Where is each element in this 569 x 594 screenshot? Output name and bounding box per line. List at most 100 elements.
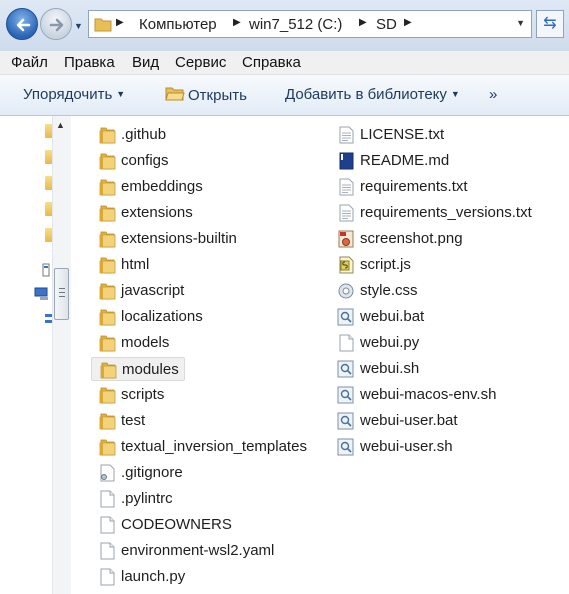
item-label: webui-macos-env.sh: [360, 386, 497, 403]
folder-icon: [99, 205, 116, 222]
text-icon: [339, 126, 354, 144]
chevron-down-icon: ▼: [450, 89, 460, 99]
scroll-up-icon[interactable]: ▲: [56, 120, 65, 130]
bat-icon: [337, 386, 354, 404]
item-label: test: [121, 412, 146, 429]
menu-file[interactable]: Файл: [11, 54, 48, 71]
file-icon: [100, 542, 115, 560]
item-label: extensions-builtin: [121, 230, 237, 247]
js-icon: [339, 256, 354, 274]
address-bar-area: ▼ ▶ Компьютер ▶ win7_512 (C:) ▶ SD ▶ ▼ ⇆: [0, 0, 569, 52]
item-label: .gitignore: [121, 464, 183, 481]
command-bar: Упорядочить ▼ Открыть Добавить в библиоте…: [0, 75, 569, 116]
item-label: localizations: [121, 308, 203, 325]
item-label: scripts: [121, 386, 165, 403]
menu-bar: Файл Правка Вид Сервис Справка: [0, 51, 569, 75]
open-label: Открыть: [188, 87, 247, 104]
item-label: script.js: [360, 256, 411, 273]
bat-icon: [337, 412, 354, 430]
gear-file-icon: [100, 464, 115, 482]
bat-icon: [337, 308, 354, 326]
breadcrumb-separator-icon[interactable]: ▶: [359, 17, 367, 28]
more-commands-button[interactable]: »: [489, 86, 497, 103]
item-label: CODEOWNERS: [121, 516, 232, 533]
add-to-library-button[interactable]: Добавить в библиотеку ▼: [285, 86, 460, 103]
item-label: README.md: [360, 152, 450, 169]
add-to-library-label: Добавить в библиотеку: [285, 86, 447, 103]
navigation-scrollbar[interactable]: ▲: [52, 116, 71, 594]
md-icon: [339, 152, 354, 170]
refresh-icon: ⇆: [543, 15, 557, 32]
item-label: requirements_versions.txt: [360, 204, 532, 221]
address-dropdown-icon[interactable]: ▼: [516, 18, 525, 28]
breadcrumb-separator-icon[interactable]: ▶: [116, 17, 124, 28]
breadcrumb-separator-icon[interactable]: ▶: [233, 17, 241, 28]
bat-icon: [337, 360, 354, 378]
folder-icon: [99, 387, 116, 404]
item-label: requirements.txt: [360, 178, 468, 195]
item-label: style.css: [360, 282, 418, 299]
item-label: embeddings: [121, 178, 203, 195]
chevron-down-icon: ▼: [116, 89, 126, 99]
item-label: LICENSE.txt: [360, 126, 445, 143]
open-folder-icon: [165, 87, 185, 101]
item-label: webui-user.sh: [360, 438, 453, 455]
item-label: environment-wsl2.yaml: [121, 542, 275, 559]
bat-icon: [337, 438, 354, 456]
item-label: modules: [122, 361, 179, 378]
address-field[interactable]: ▶ Компьютер ▶ win7_512 (C:) ▶ SD ▶ ▼: [88, 10, 532, 38]
item-label: models: [121, 334, 170, 351]
library-icon[interactable]: [34, 262, 50, 278]
item-label: webui-user.bat: [360, 412, 458, 429]
item-label: configs: [121, 152, 169, 169]
menu-edit[interactable]: Правка: [64, 54, 115, 71]
recent-pages-dropdown-icon[interactable]: ▼: [74, 21, 83, 31]
folder-icon: [94, 18, 112, 32]
computer-icon[interactable]: [34, 312, 52, 328]
folder-icon: [99, 127, 116, 144]
folder-icon: [100, 362, 117, 379]
forward-button[interactable]: [40, 8, 72, 40]
css-icon: [338, 283, 354, 299]
item-label: .pylintrc: [121, 490, 173, 507]
item-label: html: [121, 256, 150, 273]
image-icon: [338, 230, 354, 248]
organize-button[interactable]: Упорядочить ▼: [23, 86, 125, 103]
folder-icon: [99, 413, 116, 430]
text-icon: [339, 178, 354, 196]
breadcrumb-folder[interactable]: SD: [376, 16, 397, 33]
item-label: textual_inversion_templates: [121, 438, 307, 455]
breadcrumb-drive[interactable]: win7_512 (C:): [249, 16, 342, 33]
arrow-right-icon: [49, 18, 64, 32]
network-icon[interactable]: [34, 284, 52, 302]
text-icon: [339, 204, 354, 222]
organize-label: Упорядочить: [23, 86, 113, 103]
item-label: javascript: [121, 282, 185, 299]
refresh-button[interactable]: ⇆: [536, 10, 564, 38]
back-button[interactable]: [6, 8, 38, 40]
folder-icon: [99, 439, 116, 456]
folder-icon: [99, 309, 116, 326]
file-icon: [100, 516, 115, 534]
item-label: extensions: [121, 204, 193, 221]
menu-view[interactable]: Вид: [132, 54, 159, 71]
folder-icon: [99, 257, 116, 274]
item-label: screenshot.png: [360, 230, 463, 247]
file-icon: [339, 334, 354, 352]
open-button[interactable]: Открыть: [165, 86, 247, 104]
file-icon: [100, 568, 115, 586]
menu-tools[interactable]: Сервис: [175, 54, 226, 71]
folder-item[interactable]: modules: [91, 357, 185, 381]
scrollbar-thumb[interactable]: [54, 268, 69, 320]
folder-icon: [99, 231, 116, 248]
folder-icon: [99, 179, 116, 196]
folder-icon: [99, 335, 116, 352]
file-icon: [100, 490, 115, 508]
folder-icon: [99, 283, 116, 300]
menu-help[interactable]: Справка: [242, 54, 301, 71]
breadcrumb-separator-icon[interactable]: ▶: [404, 17, 412, 28]
folder-icon: [99, 153, 116, 170]
item-label: .github: [121, 126, 167, 143]
item-label: webui.sh: [360, 360, 420, 377]
breadcrumb-computer[interactable]: Компьютер: [139, 16, 217, 33]
